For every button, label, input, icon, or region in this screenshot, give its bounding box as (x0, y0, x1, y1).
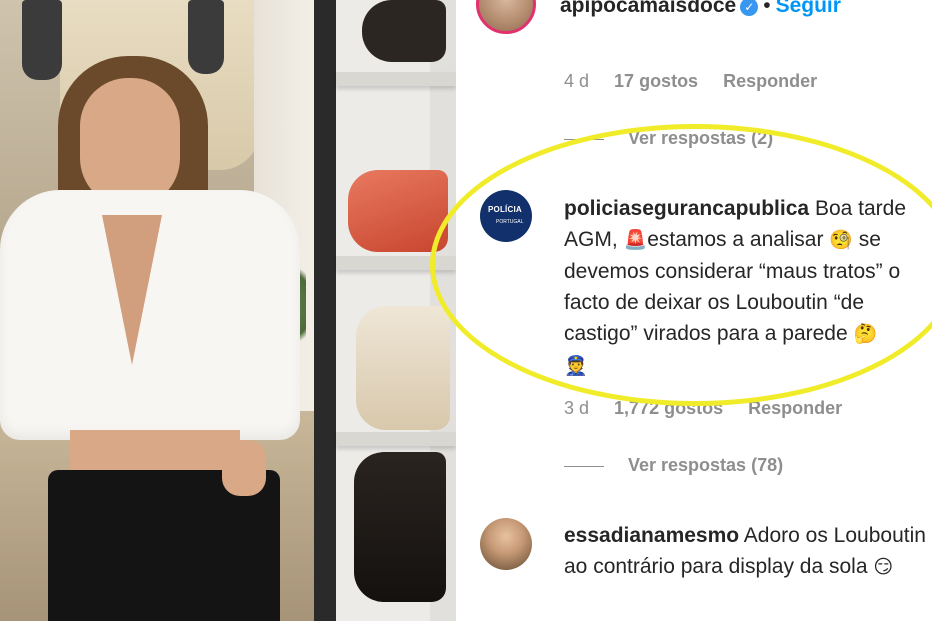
woman-face (80, 78, 180, 208)
shelf-2 (336, 256, 456, 270)
shoe-red (348, 170, 448, 252)
follow-button[interactable]: Seguir (776, 0, 841, 17)
psp-avatar[interactable]: POLÍCIA PORTUGAL (480, 190, 532, 242)
lantern-left (22, 0, 62, 80)
shoe-cream (356, 306, 450, 430)
comment-meta-row: 4 d 17 gostos Responder (564, 71, 837, 92)
view-replies-row[interactable]: Ver respostas (78) (564, 455, 783, 476)
comment-meta-row: 3 d 1,772 gostos Responder (564, 398, 862, 419)
shoe-top (362, 0, 446, 62)
shelf-3 (336, 432, 456, 446)
monocle-face-emoji-icon: 🧐 (829, 229, 853, 251)
verified-badge-icon: ✓ (740, 0, 759, 16)
comment-likes[interactable]: 1,772 gostos (614, 398, 723, 418)
comment-username[interactable]: policiasegurancapublica (564, 197, 809, 220)
comment-body: essadianamesmo Adoro os Louboutin ao con… (564, 520, 929, 583)
comment-age: 4 d (564, 71, 590, 91)
reply-button[interactable]: Responder (748, 398, 842, 418)
woman-hand (222, 440, 266, 496)
psp-logo-text: POLÍCIA (488, 205, 522, 214)
owner-username[interactable]: apipocamaisdoce (560, 0, 736, 17)
user-avatar[interactable] (480, 518, 532, 570)
thinking-face-emoji-icon: 🤔 (853, 323, 878, 345)
smirking-face-emoji-icon: 😏 (873, 556, 894, 578)
shoe-black (354, 452, 446, 602)
comment-age: 3 d (564, 398, 590, 418)
lantern-right (188, 0, 224, 74)
reply-button[interactable]: Responder (723, 71, 817, 91)
separator-dot: • (763, 0, 771, 17)
police-officer-emoji-icon: 👮 (564, 355, 588, 377)
comment-text-part: estamos a analisar (647, 228, 830, 251)
comment-username[interactable]: essadianamesmo (564, 524, 739, 547)
psp-logo-subtext: PORTUGAL (496, 219, 524, 225)
police-light-emoji-icon: 🚨 (623, 229, 648, 251)
view-replies-row[interactable]: Ver respostas (2) (564, 128, 773, 149)
view-replies-link[interactable]: Ver respostas (78) (628, 455, 783, 475)
comment-likes[interactable]: 17 gostos (614, 71, 698, 91)
comments-panel: apipocamaisdoce ✓ • Seguir 4 d 17 gostos Re… (430, 0, 932, 621)
view-replies-link[interactable]: Ver respostas (2) (628, 128, 773, 148)
shoe-shelf-photo (314, 0, 456, 621)
woman-photo (0, 0, 314, 621)
comment-body: policiasegurancapublica Boa tarde AGM, 🚨… (564, 193, 929, 382)
replies-divider (564, 138, 604, 140)
replies-divider (564, 465, 604, 467)
post-owner-row: apipocamaisdoce ✓ • Seguir (560, 0, 841, 18)
shelf-1 (336, 72, 456, 86)
blouse-neckline (102, 215, 162, 365)
shelf-frame (314, 0, 336, 621)
owner-avatar[interactable] (476, 0, 536, 34)
